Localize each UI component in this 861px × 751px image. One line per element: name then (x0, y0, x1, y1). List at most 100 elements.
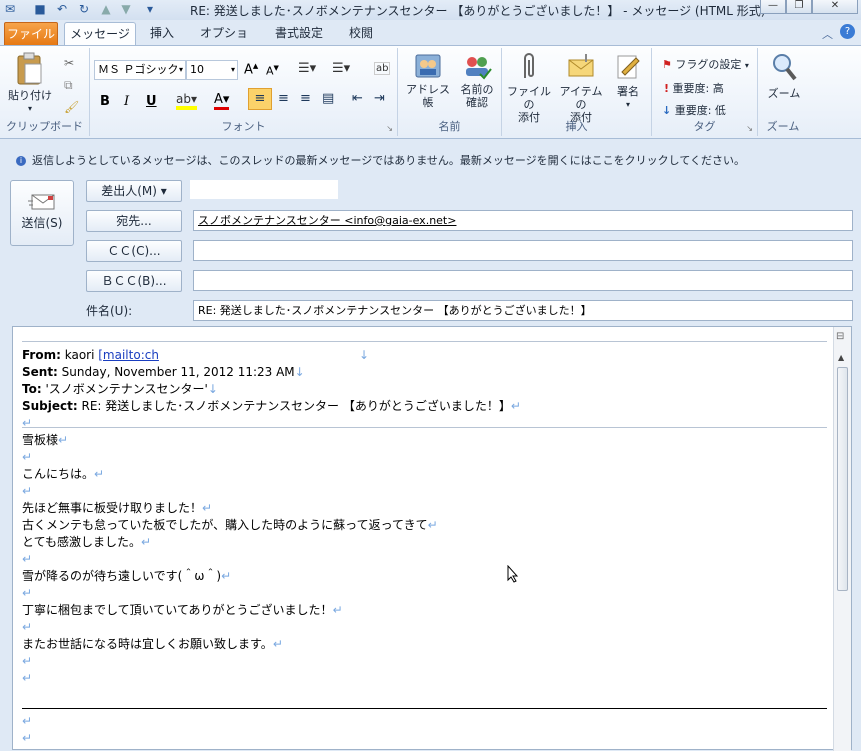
scrollbar-thumb[interactable] (837, 367, 848, 591)
from-account-field[interactable] (190, 180, 338, 199)
body-line: ↵ (22, 671, 33, 685)
font-size-select[interactable]: 10 ▾ (186, 60, 238, 80)
grow-font-icon[interactable]: A▲ (244, 62, 258, 77)
body-line (22, 687, 827, 704)
to-field[interactable]: スノボメンテナンスセンター <info@gaia-ex.net> (193, 210, 853, 231)
quoted-sent-label: Sent: (22, 365, 58, 379)
customize-qat-icon[interactable]: ▾ (142, 2, 158, 17)
outlook-icon[interactable]: ✉ (2, 2, 18, 17)
follow-up-flag-button[interactable]: ⚑ フラグの設定 ▾ (662, 56, 749, 72)
quoted-sent-line: Sent: Sunday, November 11, 2012 11:23 AM… (22, 364, 827, 381)
tab-options[interactable]: オプション (196, 22, 252, 62)
paragraph-mark-icon: ↵ (22, 416, 33, 430)
tab-review[interactable]: 校閲 (346, 22, 376, 46)
info-bar-message: 返信しようとしているメッセージは、このスレッドの最新メッセージではありません。最… (32, 154, 746, 167)
highlight-icon[interactable]: ab▾ (176, 92, 197, 110)
help-icon[interactable]: ? (840, 24, 855, 39)
check-names-label-2: 確認 (466, 96, 488, 109)
exclamation-icon: ! (664, 82, 670, 95)
attach-item-label-1: アイテムの (559, 85, 603, 111)
align-left-icon[interactable]: ≡ (248, 88, 272, 110)
attach-item-button[interactable]: アイテムの 添付 (556, 52, 606, 124)
body-line: ↵ (22, 586, 33, 600)
tab-message[interactable]: メッセージ (64, 22, 136, 46)
down-icon[interactable]: ▼ (118, 2, 134, 17)
clear-format-icon[interactable]: ab (374, 62, 391, 75)
collapse-ribbon-icon[interactable]: ︿ (822, 26, 833, 42)
align-right-icon[interactable]: ≡ (300, 91, 311, 106)
ruler-toggle-icon[interactable]: ⊟ (836, 331, 844, 342)
save-icon[interactable]: ■ (32, 2, 48, 17)
check-names-label-1: 名前の (460, 83, 494, 96)
numbering-icon[interactable]: ☰▾ (332, 61, 350, 76)
tags-dialog-launcher-icon[interactable]: ↘ (746, 124, 753, 133)
subject-field[interactable]: RE: 発送しました･スノボメンテナンスセンター 【ありがとうございました！】 (193, 300, 853, 321)
maximize-button[interactable]: ❐ (786, 0, 812, 14)
decrease-indent-icon[interactable]: ⇤ (352, 91, 363, 106)
low-importance-label: 重要度: 低 (674, 104, 726, 117)
minimize-button[interactable]: — (760, 0, 786, 14)
quoted-subject-line: Subject: RE: 発送しました･スノボメンテナンスセンター 【ありがとう… (22, 398, 827, 415)
font-color-icon[interactable]: A▾ (214, 92, 230, 110)
underline-button[interactable]: U (146, 94, 157, 109)
paste-button[interactable]: 貼り付け ▾ (8, 52, 52, 115)
undo-icon[interactable]: ↶ (54, 2, 70, 17)
to-button[interactable]: 宛先... (86, 210, 182, 232)
cc-button[interactable]: ＣＣ(C)... (86, 240, 182, 262)
body-lines: 雪板様↵ ↵ こんにちは。↵ ↵ 先ほど無事に板受け取りました！↵ 古くメンテも… (22, 432, 827, 747)
signature-label: 署名 (617, 85, 639, 98)
format-painter-icon[interactable]: 🖌 (64, 100, 79, 114)
message-body-editor[interactable]: From: kaori [mailto:ch ↓ Sent: Sunday, No… (12, 326, 852, 751)
body-line: 雪板様↵ (22, 433, 69, 447)
up-icon[interactable]: ▲ (98, 2, 114, 17)
signature-button[interactable]: 署名 ▾ (608, 52, 648, 111)
cut-icon[interactable]: ✂ (64, 56, 74, 70)
blank-line: ↵ (22, 415, 827, 432)
check-names-icon (466, 57, 492, 80)
shrink-font-icon[interactable]: A▼ (266, 64, 279, 78)
align-center-icon[interactable]: ≡ (278, 91, 289, 106)
bcc-button[interactable]: ＢＣＣ(B)... (86, 270, 182, 292)
body-line: ↵ (22, 654, 33, 668)
close-button[interactable]: ✕ (812, 0, 858, 14)
tab-insert[interactable]: 挿入 (144, 22, 180, 46)
quoted-to-line: To: 'スノボメンテナンスセンター'↓ (22, 381, 827, 398)
signature-dropdown-icon[interactable]: ▾ (608, 98, 648, 111)
increase-indent-icon[interactable]: ⇥ (374, 91, 385, 106)
body-line: ↵ (22, 450, 33, 464)
send-button[interactable]: 送信(S) (10, 180, 74, 246)
font-name-select[interactable]: ＭＳ Ｐゴシック ▾ (94, 60, 186, 80)
low-importance-button[interactable]: ↓ 重要度: 低 (662, 102, 726, 118)
tab-format[interactable]: 書式設定 (268, 22, 330, 46)
copy-icon[interactable]: ⧉ (64, 78, 73, 93)
quoted-subject-label: Subject: (22, 399, 78, 413)
check-names-button[interactable]: 名前の 確認 (454, 52, 500, 109)
justify-icon[interactable]: ▤ (322, 91, 334, 106)
address-book-button[interactable]: アドレス帳 (402, 52, 454, 109)
body-line: 丁寧に梱包までして頂いていてありがとうございました！↵ (22, 603, 343, 617)
italic-button[interactable]: I (124, 94, 129, 109)
high-importance-button[interactable]: ! 重要度: 高 (664, 80, 724, 96)
scroll-up-icon[interactable]: ▲ (838, 353, 844, 362)
cc-field[interactable] (193, 240, 853, 261)
paste-dropdown-icon[interactable]: ▾ (8, 102, 52, 115)
attach-file-button[interactable]: ファイルの 添付 (504, 52, 554, 124)
body-line: 古くメンテも怠っていた板でしたが、購入した時のように蘇って返ってきて↵ (22, 518, 438, 532)
body-line: ↵ (22, 484, 33, 498)
subject-label: 件名(U): (86, 304, 133, 318)
quoted-from-link[interactable]: [mailto:ch (98, 348, 159, 362)
bcc-field[interactable] (193, 270, 853, 291)
redo-icon[interactable]: ↻ (76, 2, 92, 17)
high-importance-label: 重要度: 高 (672, 82, 724, 95)
tab-file[interactable]: ファイル (4, 22, 58, 46)
from-button[interactable]: 差出人(M) ▾ (86, 180, 182, 202)
quoted-from-line: From: kaori [mailto:ch ↓ (22, 347, 827, 364)
info-bar[interactable]: i 返信しようとしているメッセージは、このスレッドの最新メッセージではありません… (0, 148, 861, 174)
zoom-button[interactable]: ズーム (762, 52, 806, 100)
vertical-scrollbar[interactable]: ⊟ ▲ (833, 327, 851, 751)
line-arrow-icon: ↓ (207, 382, 218, 396)
send-envelope-icon (28, 194, 55, 210)
bold-button[interactable]: B (100, 94, 110, 109)
font-dialog-launcher-icon[interactable]: ↘ (386, 124, 393, 133)
bullets-icon[interactable]: ☰▾ (298, 61, 316, 76)
